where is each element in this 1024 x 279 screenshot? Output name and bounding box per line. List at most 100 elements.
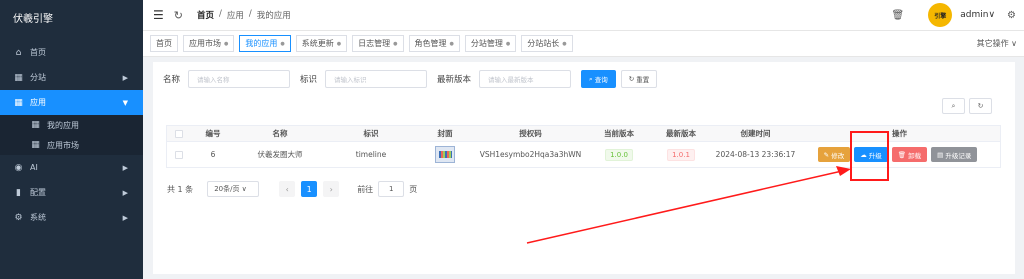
tabs-bar: 首页 应用市场 ● 我的应用 ● 系统更新 ● 日志管理 ● 角色管理 ● 分站管理 ● 分… [143, 30, 1024, 57]
close-icon[interactable]: ● [280, 41, 284, 47]
cell-created: 2024-08-13 23:36:17 [715, 150, 796, 159]
page-number[interactable]: 1 [301, 181, 318, 197]
sidebar: 伏羲引擎 ⌂ 首页 ▦ 分站 ▶ ▦ 应用 ▼ ▦ 我的应用 ▦ 应用市场 ◉ … [0, 0, 143, 279]
brand-title: 伏羲引擎 [13, 14, 53, 25]
top-header: ☰ ↻ 首页 / 应用 / 我的应用 🗑 引擎 admin∨ ⚙ [143, 0, 1024, 30]
page-unit: 页 [409, 184, 418, 194]
sidebar-item-label: 应用 [30, 98, 46, 107]
tab-log-management[interactable]: 日志管理 ● [352, 35, 404, 52]
name-input[interactable]: 请输入名称 [188, 70, 291, 88]
goto-input[interactable]: 1 [378, 181, 405, 197]
tab-home[interactable]: 首页 [150, 35, 178, 52]
sidebar-item-ai[interactable]: ◉ AI ▶ [0, 155, 143, 180]
username[interactable]: admin∨ [960, 10, 995, 20]
chevron-down-icon: ▼ [122, 98, 128, 107]
id-input[interactable]: 请输入标识 [325, 70, 428, 88]
system-icon: ⚙ [14, 212, 23, 223]
close-icon[interactable]: ● [562, 41, 566, 47]
breadcrumb-home[interactable]: 首页 [197, 9, 214, 21]
grid-icon: ▦ [31, 120, 40, 130]
total-count: 共 1 条 [167, 184, 194, 194]
sidebar-item-site[interactable]: ▦ 分站 ▶ [0, 65, 143, 90]
close-icon[interactable]: ● [224, 41, 228, 47]
breadcrumb-apps: 应用 [226, 11, 244, 21]
grid-icon: ▦ [31, 140, 40, 150]
submenu-apps: ▦ 我的应用 ▦ 应用市场 [0, 115, 143, 155]
apps-icon: ▦ [14, 97, 23, 108]
sidebar-item-label: AI [30, 163, 38, 172]
row-checkbox[interactable] [175, 150, 183, 159]
latest-version-tag: 1.0.1 [667, 148, 695, 161]
config-icon: ▮ [16, 187, 21, 198]
tab-my-apps[interactable]: 我的应用 ● [239, 35, 291, 52]
sidebar-item-app-market[interactable]: ▦ 应用市场 [0, 135, 143, 155]
search-icon[interactable]: ⌕ [942, 98, 965, 114]
version-label: 最新版本 [437, 75, 472, 85]
goto-label: 前往 [357, 184, 374, 194]
id-label: 标识 [300, 75, 318, 85]
refresh-icon[interactable]: ↻ [969, 98, 992, 114]
edit-button[interactable]: ✎ 修改 [817, 147, 851, 162]
site-icon: ▦ [14, 72, 23, 83]
sidebar-item-label: 分站 [30, 73, 46, 82]
trash-icon[interactable]: 🗑 [892, 10, 905, 21]
refresh-icon: ↻ [628, 75, 637, 83]
breadcrumb-my-apps: 我的应用 [256, 11, 291, 21]
other-ops-dropdown[interactable]: 其它操作 ∨ [977, 38, 1017, 49]
header-right: 🗑 引擎 admin∨ ⚙ [892, 0, 1016, 30]
select-all-checkbox[interactable] [175, 129, 183, 138]
chevron-right-icon: ▶ [122, 213, 128, 222]
version-input[interactable]: 请输入最新版本 [479, 70, 572, 88]
chevron-right-icon: ▶ [122, 73, 128, 82]
sidebar-item-system[interactable]: ⚙ 系统 ▶ [0, 205, 143, 230]
close-icon[interactable]: ● [450, 41, 454, 47]
tab-site-owner[interactable]: 分站站长 ● [521, 35, 573, 52]
cell-id: 6 [210, 150, 216, 159]
sidebar-item-label: 首页 [30, 48, 46, 57]
close-icon[interactable]: ● [393, 41, 397, 47]
cell-code: VSH1esymbo2Hqa3a3hWN [479, 150, 582, 159]
sidebar-item-label: 我的应用 [47, 120, 79, 130]
table-toolbar: ⌕ ↻ [942, 98, 992, 114]
chevron-right-icon: ▶ [122, 188, 128, 197]
sidebar-item-config[interactable]: ▮ 配置 ▶ [0, 180, 143, 205]
edit-icon: ✎ [823, 150, 832, 159]
tab-role-management[interactable]: 角色管理 ● [408, 35, 460, 52]
home-icon: ⌂ [15, 47, 22, 58]
calendar-icon: ▤ [937, 150, 946, 159]
refresh-icon[interactable]: ↻ [174, 9, 183, 22]
sidebar-item-label: 应用市场 [47, 140, 79, 150]
name-label: 名称 [163, 75, 181, 85]
cell-name: 伏羲发圈大师 [257, 150, 303, 159]
upgrade-log-button[interactable]: ▤ 升级记录 [931, 147, 978, 162]
annotation-highlight-box [850, 131, 889, 181]
tab-site-management[interactable]: 分站管理 ● [464, 35, 517, 52]
close-icon[interactable]: ● [506, 41, 510, 47]
cover-image[interactable] [435, 146, 455, 163]
ai-icon: ◉ [14, 162, 23, 173]
page-size-select[interactable]: 20条/页 ∨ [207, 181, 260, 197]
current-version-tag: 1.0.0 [605, 148, 633, 161]
tab-app-market[interactable]: 应用市场 ● [183, 35, 235, 52]
search-form: 名称 请输入名称 标识 请输入标识 最新版本 请输入最新版本 ⌕ 查询 ↻ 重置 [163, 70, 658, 88]
trash-icon: 🗑 [897, 150, 909, 159]
sidebar-item-apps[interactable]: ▦ 应用 ▼ [0, 90, 143, 115]
reset-button[interactable]: ↻ 重置 [620, 70, 658, 88]
sidebar-item-label: 配置 [30, 188, 46, 197]
close-icon[interactable]: ● [337, 41, 341, 47]
hamburger-icon[interactable]: ☰ [153, 8, 164, 22]
sidebar-item-label: 系统 [30, 213, 46, 222]
cell-key: timeline [355, 150, 387, 159]
prev-page-button[interactable]: ‹ [279, 181, 296, 197]
gear-icon[interactable]: ⚙ [1007, 10, 1016, 21]
next-page-button[interactable]: › [323, 181, 340, 197]
chevron-right-icon: ▶ [122, 163, 128, 172]
avatar[interactable]: 引擎 [928, 3, 953, 27]
sidebar-item-home[interactable]: ⌂ 首页 [0, 40, 143, 65]
tab-system-update[interactable]: 系统更新 ● [295, 35, 348, 52]
breadcrumb: 首页 / 应用 / 我的应用 [196, 9, 291, 21]
uninstall-button[interactable]: 🗑 卸载 [891, 147, 928, 162]
query-button[interactable]: ⌕ 查询 [581, 70, 616, 88]
sidebar-item-my-apps[interactable]: ▦ 我的应用 [0, 115, 143, 135]
pagination: 共 1 条 20条/页 ∨ ‹ 1 › 前往 1 页 [167, 181, 417, 197]
